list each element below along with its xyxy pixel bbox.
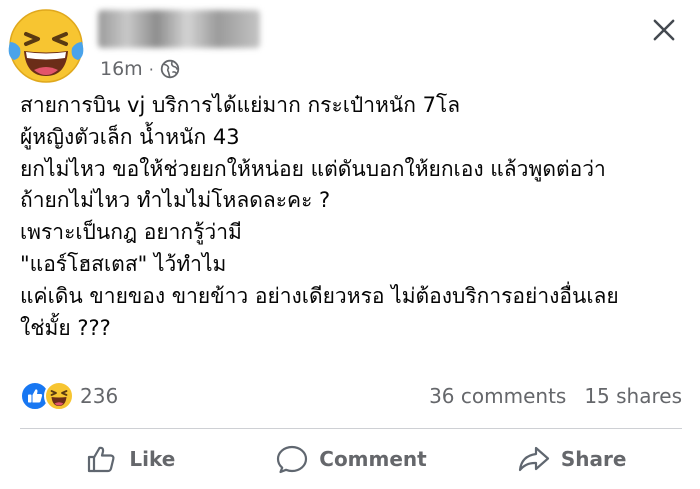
post-body: สายการบิน vj บริการได้แย่มาก กระเป๋าหนัก… [20, 90, 690, 344]
haha-reaction-icon [44, 381, 74, 411]
reaction-icons [20, 381, 74, 411]
post-text-line: ถ้ายกไม่ไหว ทำไมไม่โหลดละคะ ? [20, 188, 331, 213]
post-text-line: เพราะเป็นกฎ อยากรู้ว่ามี [20, 220, 242, 245]
post-meta: 16m · [100, 56, 180, 82]
facebook-post: 16m · สายการบิน vj บริการได้แย่มาก กระเป… [0, 0, 700, 489]
author-name-blurred[interactable] [98, 10, 260, 48]
engagement-counts: 36 comments 15 shares [429, 384, 682, 408]
reaction-count[interactable]: 236 [80, 384, 118, 408]
laughing-tears-emoji-icon[interactable] [4, 4, 88, 88]
post-timestamp[interactable]: 16m [100, 58, 143, 80]
shares-count[interactable]: 15 shares [584, 384, 682, 408]
meta-separator: · [148, 59, 154, 79]
share-label: Share [560, 447, 627, 471]
share-button[interactable]: Share [461, 444, 682, 474]
post-text-line: ยกไม่ไหว ขอให้ช่วยยกให้หน่อย แต่ดันบอกให… [20, 156, 606, 181]
close-icon [653, 19, 675, 41]
globe-icon[interactable] [160, 59, 180, 79]
comment-label: Comment [319, 447, 427, 471]
post-text-line: ใช่มั้ย ??? [20, 315, 111, 340]
close-button[interactable] [646, 12, 682, 48]
comments-count[interactable]: 36 comments [429, 384, 566, 408]
share-arrow-icon [518, 446, 549, 472]
like-button[interactable]: Like [20, 444, 241, 474]
post-actions: Like Comment Share [20, 436, 682, 482]
thumbs-up-icon [88, 446, 115, 473]
post-stats: 236 36 comments 15 shares [20, 376, 682, 416]
post-text-line: แค่เดิน ขายของ ขายข้าว อย่างเดียวหรอ ไม่… [20, 283, 619, 308]
like-label: Like [129, 447, 176, 471]
post-text-line: "แอร์โฮสเตส" ไว้ทำไม [20, 251, 227, 276]
post-text-line: ผู้หญิงตัวเล็ก น้ำหนัก 43 [20, 124, 240, 149]
comment-bubble-icon [277, 445, 308, 474]
reaction-summary[interactable]: 236 [20, 381, 118, 411]
comment-button[interactable]: Comment [241, 444, 462, 474]
divider [20, 428, 682, 429]
post-text-line: สายการบิน vj บริการได้แย่มาก กระเป๋าหนัก… [20, 93, 461, 117]
